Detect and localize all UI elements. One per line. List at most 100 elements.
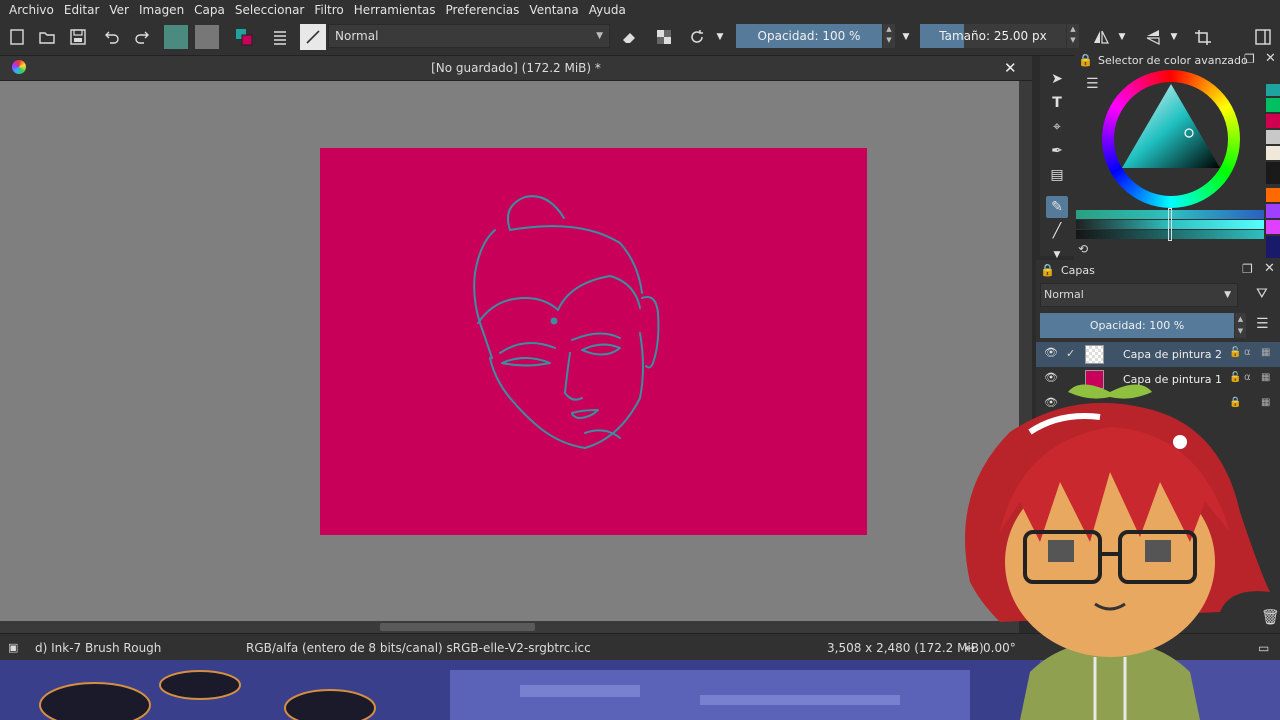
- save-icon[interactable]: [65, 24, 91, 50]
- slider-marker[interactable]: [1168, 208, 1172, 241]
- undo-icon[interactable]: [99, 24, 125, 50]
- menu-preferencias[interactable]: Preferencias: [441, 3, 525, 17]
- menu-ver[interactable]: Ver: [104, 3, 134, 17]
- pattern-icon[interactable]: [195, 25, 219, 49]
- layer-blend-mode-value: Normal: [1044, 288, 1084, 301]
- workspace-icon[interactable]: [1250, 24, 1276, 50]
- menu-capa[interactable]: Capa: [189, 3, 230, 17]
- menu-ayuda[interactable]: Ayuda: [584, 3, 631, 17]
- freehand-brush-icon[interactable]: ✎: [1046, 196, 1068, 218]
- layer-row[interactable]: 👁 ✓ Capa de pintura 2 🔓 α ▦: [1036, 342, 1280, 367]
- filter-icon[interactable]: ⛛: [1256, 286, 1268, 302]
- document-tab-bar: [No guardado] (172.2 MiB) * ✕: [0, 56, 1032, 81]
- menu-herramientas[interactable]: Herramientas: [349, 3, 441, 17]
- chevron-down-icon[interactable]: ▼: [1166, 24, 1182, 50]
- layer-opacity-spin[interactable]: ▲ ▼: [1235, 313, 1246, 338]
- menu-imagen[interactable]: Imagen: [134, 3, 189, 17]
- color-swatch[interactable]: [1266, 162, 1280, 184]
- color-swatch[interactable]: [1266, 70, 1280, 82]
- brush-presets-icon[interactable]: [267, 24, 293, 50]
- brush-name: d) Ink-7 Brush Rough: [35, 641, 162, 655]
- mirror-vertical-icon[interactable]: [1140, 24, 1166, 50]
- color-swatch[interactable]: [1266, 188, 1280, 202]
- blend-mode-select[interactable]: Normal ▼: [328, 24, 610, 48]
- menu-ventana[interactable]: Ventana: [524, 3, 583, 17]
- opacity-slider[interactable]: Opacidad: 100 %: [736, 24, 882, 48]
- chevron-down-icon[interactable]: ▼: [1114, 24, 1130, 50]
- brush-preset-status-icon[interactable]: ▣: [8, 641, 18, 654]
- chevron-down-icon: ▼: [1224, 290, 1231, 300]
- color-triangle[interactable]: [1102, 70, 1240, 208]
- streamer-avatar: [940, 372, 1280, 720]
- lock-icon[interactable]: 🔒: [1040, 263, 1055, 277]
- gradient-tool-icon[interactable]: ▤: [1046, 164, 1068, 186]
- horizontal-scroll-thumb[interactable]: [380, 623, 535, 631]
- wrap-around-icon[interactable]: [1190, 24, 1216, 50]
- color-settings-icon[interactable]: ☰: [1086, 76, 1099, 92]
- document-title: [No guardado] (172.2 MiB) *: [431, 61, 601, 75]
- visibility-eye-icon[interactable]: 👁: [1044, 346, 1058, 359]
- menu-filtro[interactable]: Filtro: [309, 3, 348, 17]
- toolbox: ➤ T ⌖ ✒ ▤ ✎ ╱ ▼: [1040, 56, 1074, 260]
- close-document-icon[interactable]: ✕: [1004, 59, 1017, 77]
- avatar-illustration: [965, 384, 1270, 720]
- color-swatch[interactable]: [1266, 204, 1280, 218]
- color-swatch[interactable]: [1266, 236, 1280, 258]
- color-selector-title: Selector de color avanzado: [1098, 54, 1248, 67]
- new-document-icon[interactable]: [4, 24, 30, 50]
- line-tool-icon[interactable]: ╱: [1046, 220, 1068, 242]
- chevron-down-icon[interactable]: ▼: [712, 24, 728, 50]
- canvas-area[interactable]: [0, 81, 1019, 621]
- float-docker-icon[interactable]: ❐: [1244, 52, 1255, 66]
- size-spin[interactable]: ▲ ▼: [1067, 24, 1079, 48]
- sketch-drawing: [473, 195, 660, 449]
- color-swatch[interactable]: [1266, 220, 1280, 234]
- layer-blend-mode-select[interactable]: Normal ▼: [1040, 283, 1238, 307]
- text-tool-icon[interactable]: T: [1046, 92, 1068, 114]
- eraser-icon[interactable]: [616, 24, 642, 50]
- layer-menu-icon[interactable]: ☰: [1256, 316, 1269, 332]
- color-swatch[interactable]: [1266, 114, 1280, 128]
- menu-editar[interactable]: Editar: [59, 3, 105, 17]
- lock-layer-icon[interactable]: 🔓: [1229, 347, 1241, 358]
- alpha-lock-icon[interactable]: [651, 24, 677, 50]
- color-swatch[interactable]: [1266, 98, 1280, 112]
- layer-opacity-label: Opacidad: 100 %: [1089, 319, 1185, 332]
- mirror-horizontal-icon[interactable]: [1088, 24, 1114, 50]
- lock-icon[interactable]: 🔒: [1078, 53, 1093, 67]
- reset-color-icon[interactable]: ⟲: [1078, 242, 1088, 256]
- gradient-pattern-icon[interactable]: [164, 25, 188, 49]
- close-docker-icon[interactable]: ✕: [1265, 51, 1276, 66]
- chevron-down-icon[interactable]: ▼: [898, 24, 914, 50]
- color-swatch[interactable]: [1266, 130, 1280, 144]
- color-space-info: RGB/alfa (entero de 8 bits/canal) sRGB-e…: [246, 641, 591, 655]
- drawing-canvas[interactable]: [320, 148, 867, 535]
- redo-icon[interactable]: [129, 24, 155, 50]
- size-label: Tamaño: 25.00 px: [939, 29, 1047, 43]
- color-swatch[interactable]: [1266, 146, 1280, 160]
- color-hue-ring[interactable]: [1102, 70, 1240, 208]
- inherit-alpha-icon[interactable]: ▦: [1261, 347, 1270, 358]
- menu-seleccionar[interactable]: Seleccionar: [230, 3, 309, 17]
- opacity-spin[interactable]: ▲ ▼: [883, 24, 895, 48]
- checkmark-icon[interactable]: ✓: [1066, 347, 1075, 360]
- close-docker-icon[interactable]: ✕: [1264, 261, 1275, 276]
- float-docker-icon[interactable]: ❐: [1242, 262, 1253, 276]
- size-slider[interactable]: Tamaño: 25.00 px: [920, 24, 1066, 48]
- color-swatch[interactable]: [1266, 84, 1280, 96]
- edit-shapes-icon[interactable]: ⌖: [1046, 116, 1068, 138]
- fg-bg-color-icon[interactable]: [231, 24, 257, 50]
- menu-bar: Archivo Editar Ver Imagen Capa Seleccion…: [0, 0, 1280, 19]
- layer-opacity-slider[interactable]: Opacidad: 100 %: [1040, 313, 1234, 338]
- select-shapes-icon[interactable]: ➤: [1046, 68, 1068, 90]
- alpha-icon[interactable]: α: [1244, 347, 1251, 358]
- layer-name: Capa de pintura 2: [1123, 348, 1222, 361]
- horizontal-scrollbar[interactable]: [0, 621, 1019, 633]
- open-folder-icon[interactable]: [34, 24, 60, 50]
- menu-archivo[interactable]: Archivo: [4, 3, 59, 17]
- reload-icon[interactable]: [684, 24, 710, 50]
- brush-preset-icon[interactable]: [300, 24, 326, 50]
- layer-thumbnail: [1085, 345, 1104, 364]
- layers-title: Capas: [1061, 264, 1095, 277]
- calligraphy-icon[interactable]: ✒: [1046, 140, 1068, 162]
